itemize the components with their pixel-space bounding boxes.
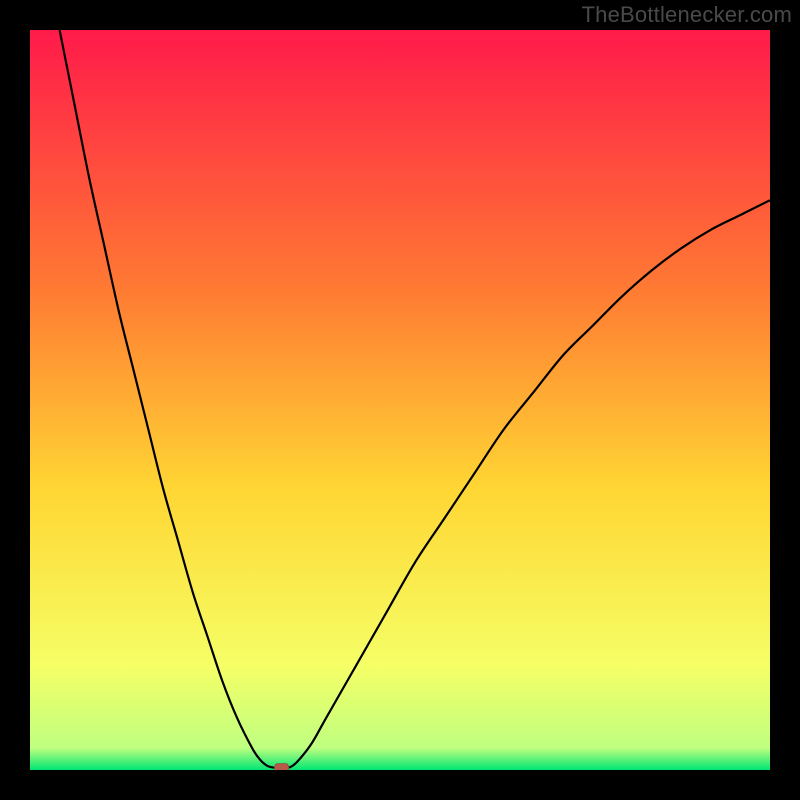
chart-svg xyxy=(30,30,770,770)
plot-area xyxy=(30,30,770,770)
watermark-text: TheBottlenecker.com xyxy=(582,2,792,28)
chart-frame: TheBottlenecker.com xyxy=(0,0,800,800)
minimum-marker xyxy=(275,764,289,770)
